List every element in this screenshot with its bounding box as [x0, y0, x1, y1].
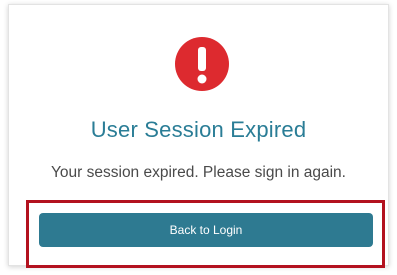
exclamation-circle-icon [175, 37, 229, 91]
screenshot-frame: User Session Expired Your session expire… [0, 0, 397, 275]
dialog-message: Your session expired. Please sign in aga… [51, 164, 346, 181]
dialog-title: User Session Expired [90, 117, 307, 142]
back-to-login-button[interactable]: Back to Login [39, 213, 373, 247]
